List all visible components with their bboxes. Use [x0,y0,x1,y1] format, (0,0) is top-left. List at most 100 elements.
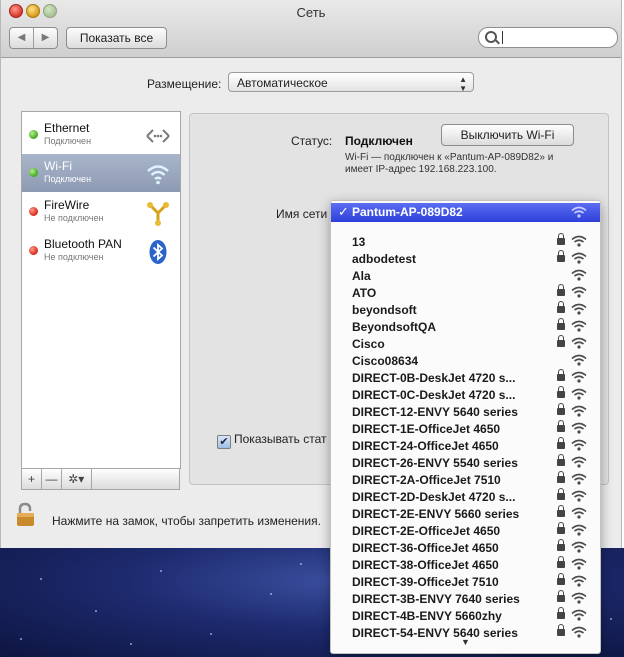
firewire-icon [147,202,169,226]
search-field[interactable] [478,27,618,48]
network-item[interactable]: DIRECT-26-ENVY 5540 series [331,454,600,472]
wifi-signal-icon [571,558,587,570]
wifi-signal-icon [571,473,587,485]
network-item[interactable]: Cisco08634 [331,353,600,370]
network-name: DIRECT-2A-OfficeJet 7510 [352,473,501,487]
network-name: DIRECT-38-OfficeJet 4650 [352,558,499,572]
star [270,593,272,595]
network-item[interactable]: DIRECT-2E-OfficeJet 4650 [331,522,600,540]
service-status: Не подключен [44,252,104,262]
location-popup[interactable]: Автоматическое ▲ ▼ [228,72,474,93]
network-item[interactable]: DIRECT-12-ENVY 5640 series [331,403,600,421]
wifi-signal-icon [571,206,587,218]
lock-icon [557,250,565,262]
lock-icon [557,369,565,381]
network-name: DIRECT-2E-ENVY 5660 series [352,507,520,521]
service-wifi[interactable]: Wi-Fi Подключен [22,154,180,192]
network-name: Cisco08634 [352,354,419,368]
status-description: Wi-Fi — подключен к «Pantum-AP-089D82» и… [345,152,554,175]
network-item[interactable]: DIRECT-36-OfficeJet 4650 [331,539,600,557]
network-name: BeyondsoftQA [352,320,436,334]
network-item[interactable]: DIRECT-4B-ENVY 5660zhy [331,607,600,625]
wifi-signal-icon [571,388,587,400]
bluetooth-icon [149,240,167,264]
network-item[interactable]: DIRECT-2E-ENVY 5660 series [331,505,600,523]
search-icon [485,31,497,43]
wifi-signal-icon [571,252,587,264]
network-name-label: Имя сети [276,207,328,221]
current-network-name: Pantum-AP-089D82 [352,205,463,219]
remove-service-button[interactable]: — [41,468,63,490]
add-service-button[interactable]: + [21,468,43,490]
service-list-toolbar: + — ✲▾ [21,468,180,490]
network-item[interactable]: DIRECT-0B-DeskJet 4720 s... [331,369,600,387]
wifi-signal-icon [571,354,587,366]
lock-icon [557,454,565,466]
network-item[interactable]: DIRECT-3B-ENVY 7640 series [331,590,600,608]
network-item[interactable]: ATO [331,284,600,302]
network-item[interactable]: DIRECT-0C-DeskJet 4720 s... [331,386,600,404]
lock-icon[interactable] [16,502,36,528]
window-title: Сеть [296,5,326,20]
wifi-signal-icon [571,269,587,281]
text-caret [502,31,503,44]
network-item[interactable]: BeyondsoftQA [331,318,600,336]
network-item[interactable]: beyondsoft [331,301,600,319]
show-status-checkbox[interactable]: ✔ Показывать стат [217,432,326,449]
network-name: ATO [352,286,377,300]
star [160,570,162,572]
wifi-signal-icon [571,371,587,383]
network-item[interactable]: DIRECT-1E-OfficeJet 4650 [331,420,600,438]
service-status: Не подключен [44,213,104,223]
service-ethernet[interactable]: Ethernet Подключен [22,116,180,154]
service-bluetooth-pan[interactable]: Bluetooth PAN Не подключен [22,232,180,270]
network-item[interactable]: 13 [331,233,600,251]
location-label: Размещение: [147,77,222,91]
network-item[interactable]: adbodetest [331,250,600,268]
star [610,618,612,620]
scroll-down-arrow-icon[interactable]: ▼ [331,637,600,647]
service-name: Wi-Fi [44,159,72,173]
lock-icon [557,590,565,602]
show-all-button[interactable]: Показать все [66,27,167,49]
network-name: DIRECT-0C-DeskJet 4720 s... [352,388,516,402]
wifi-signal-icon [571,405,587,417]
ethernet-icon [146,129,170,143]
network-name: adbodetest [352,252,417,266]
wifi-signal-icon [571,456,587,468]
forward-icon[interactable]: ▶ [34,28,57,48]
star [210,633,212,635]
wifi-signal-icon [571,592,587,604]
network-name: DIRECT-36-OfficeJet 4650 [352,541,499,555]
current-network-item[interactable]: ✓ Pantum-AP-089D82 [331,203,600,222]
back-forward-control[interactable]: ◀ ▶ [9,27,58,49]
wifi-signal-icon [571,507,587,519]
toolbar-spacer [90,468,180,490]
network-name: DIRECT-4B-ENVY 5660zhy [352,609,502,623]
checkmark-icon: ✓ [338,204,349,219]
wifi-signal-icon [571,541,587,553]
network-item[interactable]: DIRECT-38-OfficeJet 4650 [331,556,600,574]
lock-icon [557,488,565,500]
network-item[interactable]: DIRECT-2D-DeskJet 4720 s... [331,488,600,506]
lock-icon [557,437,565,449]
network-item[interactable]: DIRECT-2A-OfficeJet 7510 [331,471,600,489]
network-item[interactable]: Ala [331,268,600,285]
back-icon[interactable]: ◀ [10,28,34,48]
network-name: DIRECT-0B-DeskJet 4720 s... [352,371,516,385]
lock-icon [557,386,565,398]
network-name: DIRECT-2D-DeskJet 4720 s... [352,490,516,504]
service-name: FireWire [44,198,90,212]
title-bar: Сеть ◀ ▶ Показать все [1,0,621,58]
network-item[interactable]: Cisco [331,335,600,353]
popup-arrows-icon: ▲ ▼ [459,75,467,93]
service-name: Ethernet [44,121,90,135]
status-value: Подключен [345,134,413,148]
turn-wifi-off-button[interactable]: Выключить Wi-Fi [441,124,574,146]
network-item[interactable]: DIRECT-24-OfficeJet 4650 [331,437,600,455]
network-item[interactable]: DIRECT-39-OfficeJet 7510 [331,573,600,591]
lock-icon [557,522,565,534]
network-name: DIRECT-2E-OfficeJet 4650 [352,524,501,538]
gear-menu-button[interactable]: ✲▾ [61,468,92,490]
service-firewire[interactable]: FireWire Не подключен [22,193,180,231]
